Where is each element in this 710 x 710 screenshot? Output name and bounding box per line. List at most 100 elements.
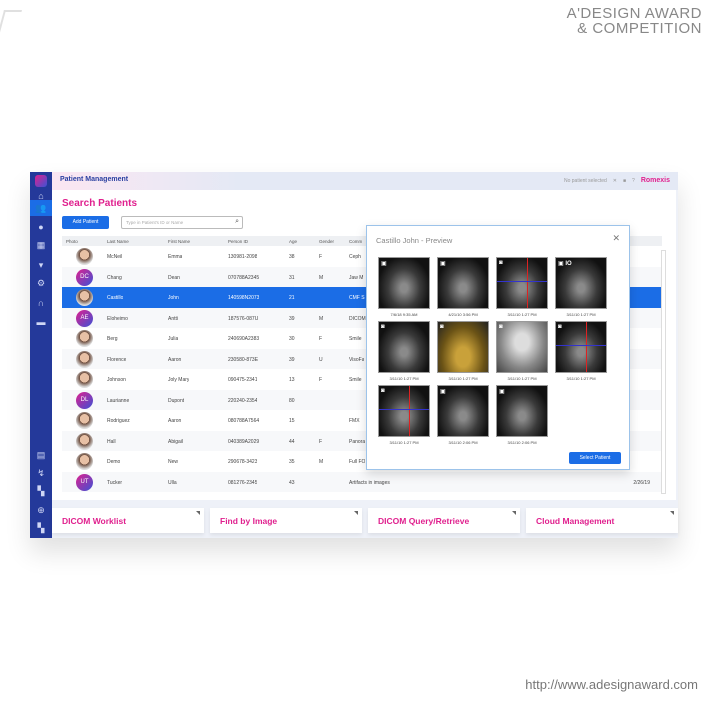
image-date: 3/11/10 1:27 PM: [566, 312, 596, 317]
tile-find-by-image[interactable]: Find by Image: [210, 508, 362, 533]
cell-comment: Ceph: [349, 254, 361, 260]
image-thumbnail[interactable]: ◙: [378, 321, 430, 373]
image-date: 3/11/10 1:27 PM: [507, 312, 537, 317]
image-thumbnail[interactable]: ▣: [378, 257, 430, 309]
cell-age: 35: [289, 459, 295, 465]
image-thumbnail[interactable]: ▣: [437, 385, 489, 437]
expand-corner-icon[interactable]: [354, 511, 358, 515]
cell-last: Johnson: [107, 377, 126, 383]
cell-id: 290678-3423: [228, 459, 258, 465]
image-thumbnail[interactable]: ◙: [378, 385, 430, 437]
avatar: DL: [76, 391, 93, 409]
slice-line: [409, 386, 410, 436]
page-title: Search Patients: [62, 198, 138, 209]
close-preview-icon[interactable]: ✕: [612, 233, 620, 244]
search-input[interactable]: Type in Patient's ID or Name ⌕: [121, 216, 243, 229]
cell-comment: Full FO: [349, 459, 366, 465]
avatar: [76, 330, 93, 347]
tile-cloud-management[interactable]: Cloud Management: [526, 508, 678, 533]
sidebar-item-calendar[interactable]: ▦: [35, 240, 47, 250]
column-header[interactable]: Age: [289, 239, 297, 244]
sidebar-item-arch[interactable]: ∩: [35, 298, 47, 308]
expand-corner-icon[interactable]: [512, 511, 516, 515]
award-watermark: A'DESIGN AWARD & COMPETITION: [567, 6, 702, 36]
slice-line: [586, 322, 587, 372]
sidebar-item-person[interactable]: ●: [35, 222, 47, 232]
award-url: http://www.adesignaward.com: [525, 677, 698, 692]
image-thumbnail[interactable]: ▣: [437, 257, 489, 309]
column-header[interactable]: Last Name: [107, 239, 129, 244]
tile-dicom-worklist[interactable]: DICOM Worklist: [52, 508, 204, 533]
cell-id: 081276-2345: [228, 479, 258, 486]
cell-id: 140598N2073: [228, 295, 260, 301]
sidebar-item-network[interactable]: ▚: [35, 486, 47, 496]
cell-gender: F: [319, 438, 323, 445]
watermark-line1: A'DESIGN AWARD: [566, 5, 702, 22]
cell-last: Rodriguez: [107, 418, 130, 424]
cell-comment: Artifacts in images: [349, 479, 390, 486]
sidebar-item-film[interactable]: ▤: [35, 450, 47, 460]
image-thumbnail[interactable]: ▣ IO: [555, 257, 607, 309]
table-scrollbar[interactable]: [661, 250, 666, 494]
cell-comment: Panora: [349, 438, 366, 445]
expand-corner-icon[interactable]: [670, 511, 674, 515]
column-header[interactable]: Photo: [66, 239, 78, 244]
camera-icon: ◙: [381, 324, 385, 330]
login-icon[interactable]: ⊕: [35, 505, 47, 515]
cell-age: 39: [289, 356, 295, 363]
cell-first: John: [168, 295, 179, 301]
tile-dicom-query-retrieve[interactable]: DICOM Query/Retrieve: [368, 508, 520, 533]
cell-last: Berg: [107, 336, 118, 342]
avatar: AE: [76, 309, 93, 327]
cell-age: 80: [289, 397, 295, 404]
tile-label: Cloud Management: [536, 516, 615, 526]
patient-status: No patient selected: [563, 177, 607, 184]
avatar: [76, 350, 93, 368]
column-header[interactable]: First Name: [168, 239, 190, 244]
cell-id: 070788A2345: [228, 274, 260, 281]
sidebar-item-tree[interactable]: ▚: [35, 523, 47, 533]
add-patient-button[interactable]: Add Patient: [62, 216, 109, 229]
cell-age: 30: [289, 336, 295, 342]
expand-corner-icon[interactable]: [196, 511, 200, 515]
select-patient-button[interactable]: Select Patient: [569, 452, 621, 464]
image-date: 4/21/10 3:56 PM: [448, 312, 478, 317]
cell-id: 187576-087U: [228, 315, 259, 322]
cell-comment: DICOM: [349, 315, 366, 322]
image-label: IO: [565, 261, 572, 267]
cell-gender: M: [319, 274, 324, 281]
column-header[interactable]: Gender: [319, 239, 334, 244]
camera-icon[interactable]: ■: [623, 178, 626, 184]
sidebar-item-tooth[interactable]: ⚙: [35, 278, 47, 288]
top-bar: Patient Management No patient selected ✕ ■…: [52, 172, 678, 190]
avatar: [76, 412, 93, 429]
image-thumbnail[interactable]: ◙: [555, 321, 607, 373]
column-header[interactable]: Comm: [349, 239, 362, 244]
image-thumbnail[interactable]: ◙: [437, 321, 489, 373]
column-header[interactable]: Person ID: [228, 239, 248, 244]
image-date: 3/11/10 1:27 PM: [389, 440, 419, 445]
preview-scrollbar[interactable]: [613, 254, 618, 444]
search-icon[interactable]: ⌕: [235, 218, 239, 226]
image-date: 3/11/10 1:27 PM: [507, 376, 537, 381]
image-thumbnail[interactable]: ▣: [496, 385, 548, 437]
cell-gender: M: [319, 459, 324, 465]
table-row[interactable]: UT Tucker Ulla 081276-2345 43 Artifacts in im…: [62, 471, 662, 492]
cell-first: Joly Mary: [168, 377, 190, 383]
cell-comment: Smile: [349, 336, 362, 342]
cell-comment: VisoFa: [349, 356, 365, 363]
image-thumbnail[interactable]: ◙: [496, 257, 548, 309]
cell-last: Castillo: [107, 295, 124, 301]
brand-name: Romexis: [640, 177, 670, 184]
cell-first: New: [168, 459, 179, 465]
avatar: [76, 453, 93, 470]
sidebar-item-chair[interactable]: ↯: [35, 468, 47, 478]
cell-age: 31: [289, 274, 295, 281]
help-icon[interactable]: ?: [632, 178, 635, 184]
image-date: 3/11/10 2:06 PM: [448, 440, 478, 445]
tile-label: DICOM Query/Retrieve: [378, 516, 470, 526]
sidebar-item-tray[interactable]: ▾: [35, 260, 47, 270]
image-thumbnail[interactable]: ◙: [496, 321, 548, 373]
close-icon[interactable]: ✕: [613, 178, 617, 184]
sidebar-item-card[interactable]: ▬: [35, 317, 47, 327]
